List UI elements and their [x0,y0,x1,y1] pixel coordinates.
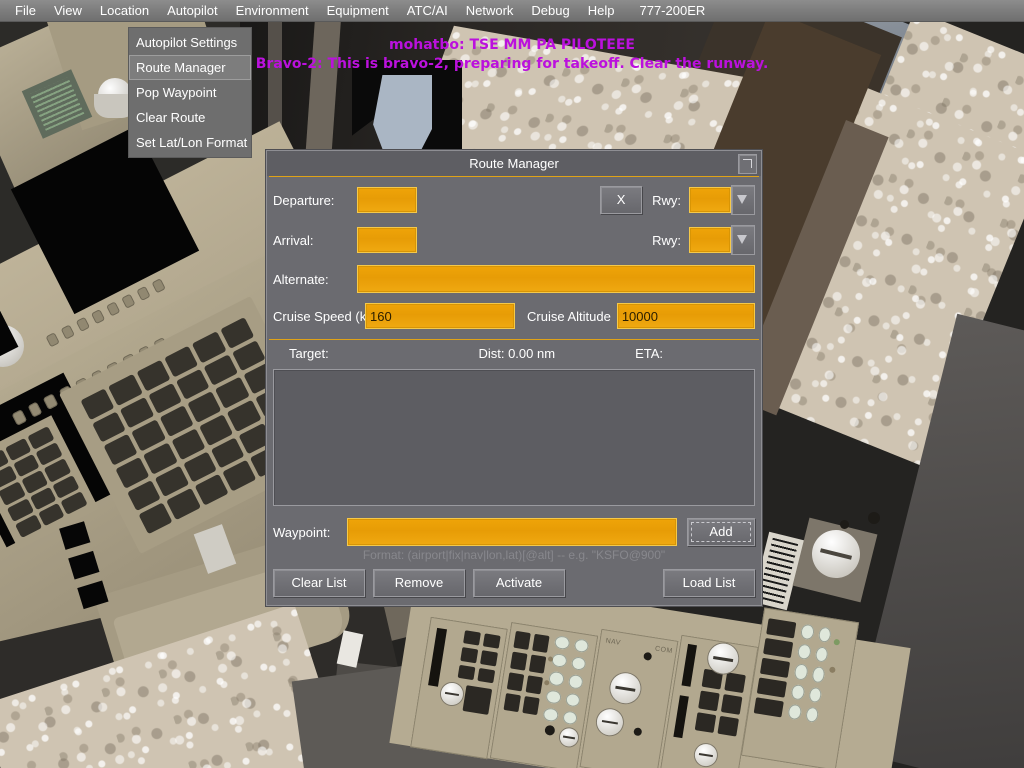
menu-item-environment[interactable]: Environment [227,1,318,21]
target-label: Target: [289,346,329,361]
arrival-row: Arrival: Rwy: [273,225,755,255]
remove-button[interactable]: Remove [373,569,465,597]
dropdown-item-pop-waypoint[interactable]: Pop Waypoint [129,80,251,105]
status-row: Target: Dist: 0.00 nm ETA: [267,340,761,365]
activate-button[interactable]: Activate [473,569,565,597]
control-knob [94,78,136,118]
menubar[interactable]: File View Location Autopilot Environment… [0,0,1024,22]
menu-item-aircraft[interactable]: 777-200ER [623,1,714,21]
indicator-dot [840,520,849,529]
menu-item-location[interactable]: Location [91,1,158,21]
cruise-speed-label: Cruise Speed (k [273,308,365,324]
arrival-label: Arrival: [273,232,314,248]
cruise-altitude-input[interactable]: 10000 [616,303,755,329]
dropdown-item-set-latlon-format[interactable]: Set Lat/Lon Format [129,130,251,155]
cruise-speed-input[interactable]: 160 [365,303,515,329]
alternate-label: Alternate: [273,271,329,287]
route-waypoint-list[interactable] [273,369,755,506]
alternate-input[interactable] [357,265,755,293]
route-manager-dialog[interactable]: Route Manager Departure: X Rwy: Arrival:… [266,150,762,606]
waypoint-row: Waypoint: Add [267,506,761,546]
dialog-titlebar[interactable]: Route Manager [267,151,761,176]
departure-label: Departure: [273,192,335,208]
chevron-down-icon[interactable] [731,225,755,255]
menu-item-help[interactable]: Help [579,1,624,21]
load-list-button[interactable]: Load List [663,569,755,597]
dropdown-item-route-manager[interactable]: Route Manager [129,55,251,80]
cruise-altitude-label: Cruise Altitude [527,308,611,324]
waypoint-label: Waypoint: [273,524,331,540]
clear-list-button[interactable]: Clear List [273,569,365,597]
dropdown-item-clear-route[interactable]: Clear Route [129,105,251,130]
menu-item-network[interactable]: Network [457,1,523,21]
menu-item-atc-ai[interactable]: ATC/AI [398,1,457,21]
departure-clear-button[interactable]: X [600,186,643,214]
dialog-button-row: Clear List Remove Activate Load List [267,569,761,605]
distance-label: Dist: 0.00 nm [478,346,556,361]
departure-row: Departure: X Rwy: [273,185,755,215]
resize-box-icon[interactable] [738,154,757,174]
waypoint-format-hint: Format: (airport|fix|nav|lon,lat)[@alt] … [362,548,666,562]
chevron-down-icon[interactable] [731,185,755,215]
dropdown-item-autopilot-settings[interactable]: Autopilot Settings [129,30,251,55]
arrival-runway-label: Rwy: [652,232,681,248]
menu-item-autopilot[interactable]: Autopilot [158,1,227,21]
departure-input[interactable] [357,187,417,213]
indicator-dot [868,512,880,524]
menu-item-view[interactable]: View [45,1,91,21]
dialog-title: Route Manager [469,156,559,171]
eta-label: ETA: [635,346,663,361]
menu-item-debug[interactable]: Debug [522,1,578,21]
arrival-runway-input[interactable] [689,227,731,253]
departure-runway-label: Rwy: [652,192,681,208]
alternate-row: Alternate: [273,265,755,293]
cruise-row: Cruise Speed (k 160 Cruise Altitude 1000… [273,303,755,329]
autopilot-dropdown-menu[interactable]: Autopilot Settings Route Manager Pop Way… [129,28,251,157]
menu-item-file[interactable]: File [6,1,45,21]
arrival-input[interactable] [357,227,417,253]
add-waypoint-button[interactable]: Add [687,518,755,546]
departure-runway-input[interactable] [689,187,731,213]
waypoint-input[interactable] [347,518,677,546]
dialog-top-section: Departure: X Rwy: Arrival: Rwy: Alternat… [267,177,761,339]
menu-item-equipment[interactable]: Equipment [318,1,398,21]
